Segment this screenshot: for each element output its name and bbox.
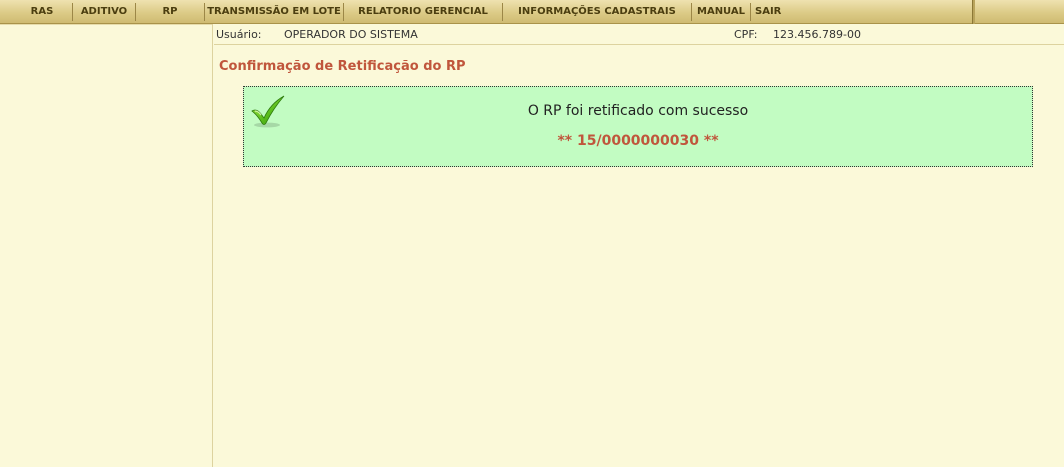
left-sidebar	[0, 24, 213, 467]
top-menu-bar: RAS ADITIVO RP TRANSMISSÃO EM LOTE RELAT…	[0, 0, 1064, 24]
success-message-box: O RP foi retificado com sucesso ** 15/00…	[243, 86, 1033, 167]
user-name: OPERADOR DO SISTEMA	[284, 28, 418, 41]
menu-item-sair[interactable]: SAIR	[752, 0, 787, 23]
menu-item-transmissao-em-lote[interactable]: TRANSMISSÃO EM LOTE	[206, 0, 342, 23]
menu-item-relatorio-gerencial[interactable]: RELATORIO GERENCIAL	[345, 0, 501, 23]
menu-separator	[343, 3, 344, 21]
user-info-bar: Usuário: OPERADOR DO SISTEMA CPF: 123.45…	[214, 24, 1064, 45]
menu-separator	[135, 3, 136, 21]
cpf-label: CPF:	[734, 28, 758, 41]
menu-separator	[204, 3, 205, 21]
menu-item-manual[interactable]: MANUAL	[693, 0, 749, 23]
menu-item-rp[interactable]: RP	[137, 0, 203, 23]
menu-separator	[72, 3, 73, 21]
menu-separator	[750, 3, 751, 21]
success-message-text: O RP foi retificado com sucesso	[527, 103, 749, 119]
page-title: Confirmação de Retificação do RP	[219, 59, 466, 74]
menu-separator	[691, 3, 692, 21]
rp-number: ** 15/0000000030 **	[557, 133, 719, 149]
sidebar-top-line	[0, 24, 212, 25]
menu-end-divider	[972, 0, 975, 24]
cpf-value: 123.456.789-00	[773, 28, 861, 41]
user-label: Usuário:	[216, 28, 262, 41]
menu-separator	[502, 3, 503, 21]
menu-item-aditivo[interactable]: ADITIVO	[74, 0, 134, 23]
menu-item-informacoes-cadastrais[interactable]: INFORMAÇÕES CADASTRAIS	[504, 0, 690, 23]
menu-item-ras[interactable]: RAS	[14, 0, 70, 23]
